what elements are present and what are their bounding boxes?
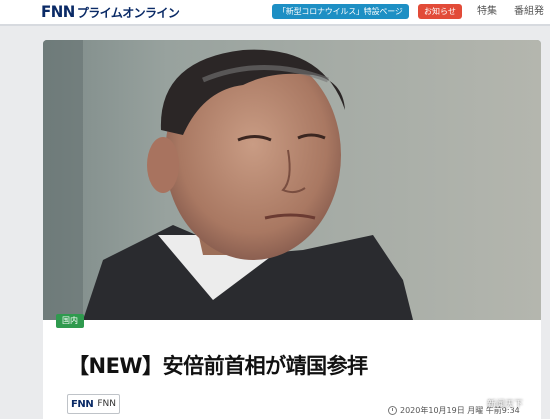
logo-fnn-text: FNN [41, 2, 75, 22]
clock-icon [388, 406, 397, 415]
photo-illustration [43, 40, 541, 320]
category-badge[interactable]: 国内 [56, 314, 84, 328]
top-navigation-bar: FNN プライムオンライン 「新型コロナウイルス」特設ページ お知らせ 特集 番… [0, 0, 550, 26]
watermark: 新闻天下 [487, 400, 524, 410]
covid-special-page-button[interactable]: 「新型コロナウイルス」特設ページ [272, 4, 409, 19]
source-name: FNN [97, 399, 117, 409]
article-card[interactable]: 国内 【NEW】安倍前首相が靖国参拝 FNN FNN 2020年10月19日 月… [43, 40, 541, 419]
nav-item-features[interactable]: 特集 [477, 4, 497, 19]
notice-button[interactable]: お知らせ [418, 4, 462, 19]
source-fnn-mark: FNN [71, 398, 94, 410]
fnn-prime-online-logo[interactable]: FNN プライムオンライン [41, 2, 180, 22]
article-headline[interactable]: 【NEW】安倍前首相が靖国参拝 [68, 350, 368, 380]
source-logo: FNN FNN [67, 394, 121, 414]
article-photo [43, 40, 541, 320]
nav-item-programs[interactable]: 番組発 [514, 4, 544, 19]
logo-prime-online-text: プライムオンライン [76, 5, 180, 20]
